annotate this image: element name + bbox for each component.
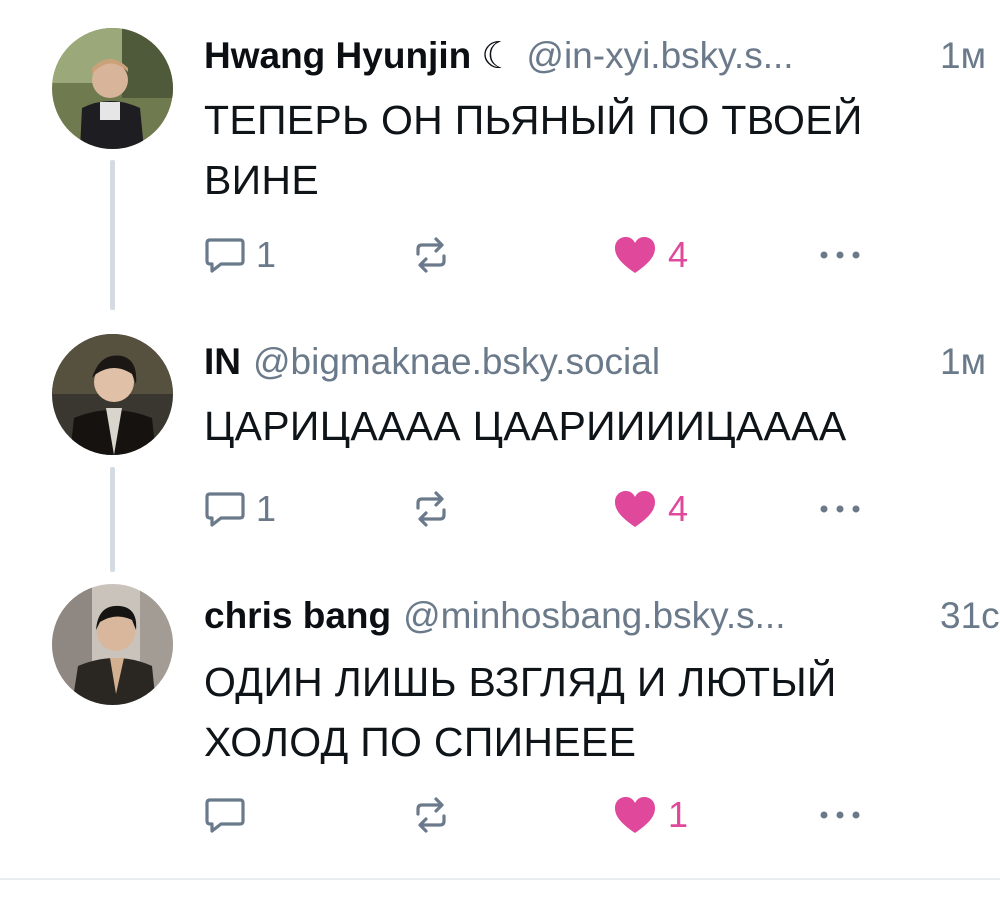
heart-icon bbox=[615, 797, 655, 833]
more-dots-icon bbox=[820, 811, 860, 819]
repost-arrows-icon bbox=[416, 237, 446, 273]
avatar[interactable] bbox=[52, 28, 173, 149]
post-actions: 1 4 bbox=[204, 484, 884, 534]
thread-line bbox=[110, 467, 115, 572]
like-count: 4 bbox=[668, 488, 689, 529]
post-header: Hwang Hyunjin ☾ @in-xyi.bsky.s... 1м bbox=[204, 34, 1000, 78]
like-count: 4 bbox=[668, 234, 689, 275]
handle[interactable]: @minhosbang.bsky.s... bbox=[403, 594, 785, 638]
timestamp[interactable]: 31с bbox=[940, 594, 1000, 638]
reply-bubble-icon bbox=[205, 492, 245, 527]
more-dots-icon bbox=[820, 251, 860, 259]
post-text: ОДИН ЛИШЬ ВЗГЛЯД И ЛЮТЫЙ ХОЛОД ПО СПИНЕЕ… bbox=[204, 659, 837, 765]
repost-button[interactable] bbox=[410, 230, 452, 280]
more-options-button[interactable] bbox=[816, 790, 864, 840]
thread-view: Hwang Hyunjin ☾ @in-xyi.bsky.s... 1м ТЕП… bbox=[0, 0, 1000, 897]
display-name[interactable]: IN bbox=[204, 340, 241, 384]
like-button[interactable]: 1 bbox=[612, 790, 688, 840]
repost-button[interactable] bbox=[410, 484, 452, 534]
timestamp[interactable]: 1м bbox=[940, 34, 1000, 78]
reply-button[interactable]: 1 bbox=[204, 230, 276, 280]
more-options-button[interactable] bbox=[816, 484, 864, 534]
moon-icon: ☾ bbox=[481, 35, 515, 76]
reply-button[interactable]: 1 bbox=[204, 484, 276, 534]
more-dots-icon bbox=[820, 505, 860, 513]
post-2[interactable]: IN @bigmaknae.bsky.social 1м ЦАРИЦАААА Ц… bbox=[0, 330, 1000, 580]
like-count: 1 bbox=[668, 794, 689, 835]
reply-bubble-icon bbox=[205, 238, 245, 273]
reply-bubble-icon bbox=[205, 798, 245, 833]
repost-arrows-icon bbox=[416, 797, 446, 833]
timestamp[interactable]: 1м bbox=[940, 340, 1000, 384]
post-actions: 1 4 bbox=[204, 230, 884, 280]
repost-button[interactable] bbox=[410, 790, 452, 840]
divider bbox=[0, 878, 1000, 880]
handle[interactable]: @bigmaknae.bsky.social bbox=[253, 340, 660, 384]
like-button[interactable]: 4 bbox=[612, 484, 688, 534]
reply-count: 1 bbox=[256, 234, 277, 275]
reply-button[interactable] bbox=[204, 790, 256, 840]
post-header: IN @bigmaknae.bsky.social 1м bbox=[204, 340, 1000, 384]
avatar[interactable] bbox=[52, 334, 173, 455]
post-1[interactable]: Hwang Hyunjin ☾ @in-xyi.bsky.s... 1м ТЕП… bbox=[0, 0, 1000, 330]
display-name[interactable]: Hwang Hyunjin bbox=[204, 34, 471, 78]
heart-icon bbox=[615, 237, 655, 273]
more-options-button[interactable] bbox=[816, 230, 864, 280]
post-text: ЦАРИЦАААА ЦААРИИИИЦАААА bbox=[204, 403, 847, 449]
post-actions: 1 bbox=[204, 790, 884, 840]
handle[interactable]: @in-xyi.bsky.s... bbox=[526, 34, 793, 78]
like-button[interactable]: 4 bbox=[612, 230, 688, 280]
thread-line bbox=[110, 160, 115, 310]
post-text: ТЕПЕРЬ ОН ПЬЯНЫЙ ПО ТВОЕЙ ВИНЕ bbox=[204, 97, 863, 203]
avatar[interactable] bbox=[52, 584, 173, 705]
reply-count: 1 bbox=[256, 488, 277, 529]
display-name[interactable]: chris bang bbox=[204, 594, 391, 638]
repost-arrows-icon bbox=[416, 491, 446, 527]
post-header: chris bang @minhosbang.bsky.s... 31с bbox=[204, 594, 1000, 638]
post-3[interactable]: chris bang @minhosbang.bsky.s... 31с ОДИ… bbox=[0, 580, 1000, 878]
heart-icon bbox=[615, 491, 655, 527]
